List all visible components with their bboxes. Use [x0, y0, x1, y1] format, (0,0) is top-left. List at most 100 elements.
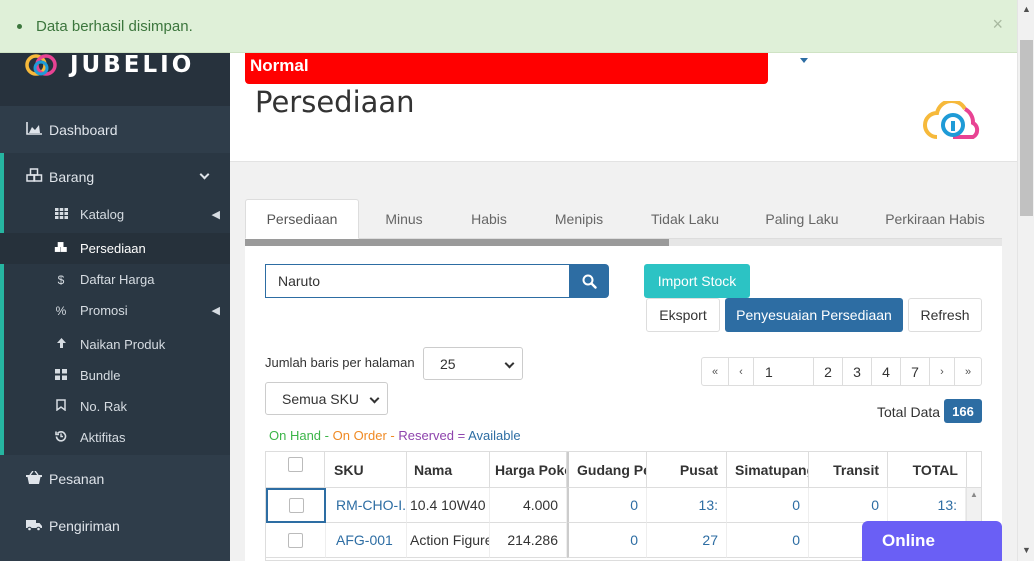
arrow-up-icon	[54, 337, 68, 352]
product-name-cell: Action Figure	[407, 523, 490, 558]
sidebar-item-dashboard[interactable]: Dashboard	[0, 114, 230, 145]
success-alert: Data berhasil disimpan. ×	[0, 0, 1017, 53]
sidebar-item-label: Katalog	[80, 207, 125, 222]
rows-per-page-select[interactable]: 25	[423, 347, 523, 380]
harga-pokok-cell: 4.000	[490, 488, 567, 523]
row-select-cell[interactable]	[266, 488, 326, 523]
sku-link[interactable]: AFG-001	[326, 523, 407, 558]
page-7-button[interactable]: 7	[900, 357, 930, 386]
tabs-scrollbar-thumb[interactable]	[245, 239, 669, 246]
product-name-cell: 10.4 10W40	[407, 488, 490, 523]
sidebar-item-no-rak[interactable]: No. Rak	[0, 391, 230, 422]
rows-per-page-value: 25	[440, 355, 456, 372]
tab-perkiraan-habis[interactable]: Perkiraan Habis	[875, 199, 995, 239]
row-checkbox[interactable]	[288, 532, 303, 548]
legend-separator: -	[321, 428, 333, 443]
scrollbar-thumb[interactable]	[1020, 40, 1033, 216]
row-select-cell[interactable]	[266, 523, 326, 558]
sidebar-item-naikan-produk[interactable]: Naikan Produk	[0, 329, 230, 360]
column-header-total[interactable]: TOTAL	[888, 452, 967, 488]
tab-persediaan[interactable]: Persediaan	[245, 199, 359, 239]
page-4-button[interactable]: 4	[871, 357, 901, 386]
scroll-up-icon[interactable]: ▲	[1022, 4, 1031, 14]
cubes-icon	[25, 168, 43, 185]
sidebar-item-promosi[interactable]: % Promosi ◀	[0, 295, 230, 326]
sidebar-item-label: No. Rak	[80, 399, 127, 414]
mode-banner[interactable]: Normal	[245, 53, 768, 84]
page-header: Normal Persediaan	[230, 53, 1017, 162]
chevron-down-icon	[504, 358, 515, 369]
stock-pusat-cell[interactable]: 27	[647, 523, 727, 558]
sidebar-item-label: Promosi	[80, 303, 128, 318]
column-header-simatupang[interactable]: Simatupang	[727, 452, 809, 488]
penyesuaian-persediaan-button[interactable]: Penyesuaian Persediaan	[725, 298, 903, 332]
column-header-nama[interactable]: Nama	[407, 452, 490, 488]
online-chat-widget[interactable]: Online	[862, 521, 1002, 561]
tab-minus[interactable]: Minus	[367, 199, 441, 239]
chevron-down-icon	[199, 169, 210, 180]
rows-per-page-label: Jumlah baris per halaman	[265, 355, 415, 370]
page-first-button[interactable]: «	[701, 357, 729, 386]
import-stock-button[interactable]: Import Stock	[644, 264, 750, 298]
page-last-button[interactable]: »	[954, 357, 982, 386]
page-3-button[interactable]: 3	[842, 357, 872, 386]
tabs-scrollbar[interactable]	[245, 239, 1002, 246]
inventory-tabs: Persediaan Minus Habis Menipis Tidak Lak…	[245, 199, 1002, 239]
stock-pusat-cell[interactable]: 13:	[647, 488, 727, 523]
page-2-button[interactable]: 2	[813, 357, 843, 386]
sidebar-item-bundle[interactable]: Bundle	[0, 360, 230, 391]
stock-simatupang-cell[interactable]: 0	[727, 523, 809, 558]
sidebar-item-aktifitas[interactable]: Aktifitas	[0, 422, 230, 453]
page-prev-button[interactable]: ‹	[728, 357, 754, 386]
tab-tidak-laku[interactable]: Tidak Laku	[639, 199, 731, 239]
tab-paling-laku[interactable]: Paling Laku	[755, 199, 849, 239]
column-header-harga-pokok[interactable]: Harga Poko	[490, 452, 567, 488]
search-input[interactable]	[265, 264, 570, 298]
sku-link[interactable]: RM-CHO-I.	[326, 488, 407, 523]
close-icon[interactable]: ×	[992, 14, 1003, 35]
truck-icon	[25, 518, 43, 534]
bookmark-icon	[54, 399, 68, 414]
tab-habis[interactable]: Habis	[455, 199, 523, 239]
page-title: Persediaan	[255, 85, 415, 119]
sidebar-item-barang[interactable]: Barang	[0, 161, 230, 192]
sidebar-item-label: Bundle	[80, 368, 121, 383]
eksport-button[interactable]: Eksport	[646, 298, 720, 332]
sidebar-item-daftar-harga[interactable]: $ Daftar Harga	[0, 264, 230, 295]
history-icon	[54, 430, 68, 445]
sidebar-item-label: Dashboard	[49, 121, 118, 138]
column-header-gudang[interactable]: Gudang Pe	[567, 452, 647, 488]
refresh-button[interactable]: Refresh	[908, 298, 982, 332]
scroll-down-icon[interactable]: ▼	[1022, 545, 1031, 555]
page-next-button[interactable]: ›	[929, 357, 955, 386]
stock-simatupang-cell[interactable]: 0	[727, 488, 809, 523]
alert-message: Data berhasil disimpan.	[36, 17, 193, 35]
column-header-pusat[interactable]: Pusat	[647, 452, 727, 488]
header-filler	[967, 452, 981, 488]
legend-available: Available	[468, 428, 521, 443]
area-chart-icon	[25, 121, 43, 138]
page-scrollbar[interactable]: ▲ ▼	[1017, 0, 1034, 561]
stock-legend: On Hand - On Order - Reserved = Availabl…	[269, 428, 521, 443]
stock-gudang-cell[interactable]: 0	[567, 523, 647, 558]
sidebar-item-katalog[interactable]: Katalog ◀	[0, 199, 230, 230]
stock-transit-cell[interactable]: 0	[809, 488, 888, 523]
column-header-sku[interactable]: SKU	[325, 452, 407, 488]
select-all-checkbox[interactable]	[287, 457, 303, 472]
sidebar-item-persediaan[interactable]: Persediaan	[0, 233, 230, 264]
page-number-input[interactable]: 1	[753, 357, 814, 386]
sku-filter-select[interactable]: Semua SKU	[265, 382, 388, 415]
column-header-transit[interactable]: Transit	[809, 452, 888, 488]
brand-logo[interactable]: JUBELIO	[24, 52, 194, 78]
caret-down-icon[interactable]	[800, 58, 808, 63]
stock-total-cell[interactable]: 13:	[888, 488, 966, 523]
sidebar-item-pengiriman[interactable]: Pengiriman	[0, 510, 230, 541]
select-all-header	[266, 452, 325, 488]
th-icon	[54, 207, 68, 222]
stock-gudang-cell[interactable]: 0	[567, 488, 647, 523]
sidebar-item-pesanan[interactable]: Pesanan	[0, 463, 230, 494]
scroll-up-icon[interactable]: ▲	[970, 490, 978, 499]
tab-menipis[interactable]: Menipis	[540, 199, 618, 239]
row-checkbox[interactable]	[288, 498, 304, 513]
search-button[interactable]	[569, 264, 609, 298]
